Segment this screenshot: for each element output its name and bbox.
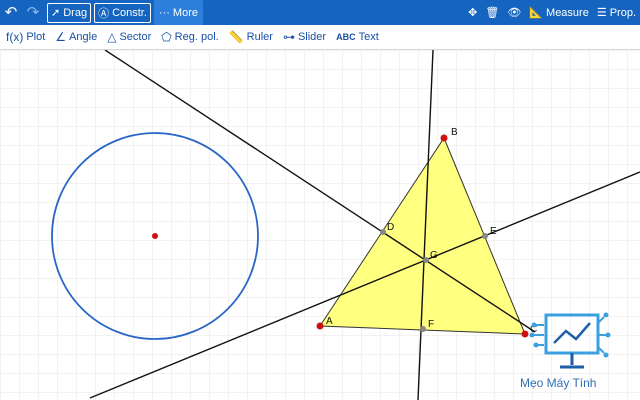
tool-slider[interactable]: ⊶ Slider <box>283 30 326 44</box>
pointer-icon: ➚ <box>51 7 61 19</box>
eye-icon[interactable]: 👁 <box>507 6 521 19</box>
tool-ruler[interactable]: 📏 Ruler <box>229 30 273 44</box>
tool-regpol-label: Reg. pol. <box>174 31 219 43</box>
tool-sector[interactable]: △ Sector <box>107 30 151 44</box>
trash-icon[interactable]: 🗑 <box>485 6 499 19</box>
top-toolbar: ↶ ↷ ➚ Drag Ⓐ Constr. ··· More ✥ 🗑 👁 📐 Me… <box>0 0 640 25</box>
move-view-icon[interactable]: ✥ <box>468 6 477 19</box>
circle-center-point[interactable] <box>152 233 158 239</box>
more-dots-icon: ··· <box>158 6 170 19</box>
label-g: G <box>430 250 438 261</box>
tool-angle-label: Angle <box>69 31 98 43</box>
tool-plot[interactable]: f(x) Plot <box>6 30 45 44</box>
text-icon: ABC <box>336 32 356 42</box>
undo-icon[interactable]: ↶ <box>0 0 22 25</box>
constr-label: Constr. <box>112 6 147 19</box>
point-b[interactable] <box>440 134 448 142</box>
point-a[interactable] <box>316 322 324 330</box>
point-g[interactable] <box>423 257 429 263</box>
properties-icon[interactable]: ☰ <box>597 6 607 19</box>
tools-toolbar: f(x) Plot ∠ Angle △ Sector ⬠ Reg. pol. 📏… <box>0 25 640 50</box>
tool-plot-label: Plot <box>26 31 46 43</box>
point-f[interactable] <box>420 326 426 332</box>
topbar-right-group: ✥ 🗑 👁 📐 Measure ☰ Prop. <box>460 0 636 25</box>
more-label: More <box>172 6 198 19</box>
construct-icon: Ⓐ <box>98 7 110 20</box>
watermark-text: Mẹo Máy Tính <box>520 376 597 390</box>
drag-label: Drag <box>63 6 88 19</box>
tool-sector-label: Sector <box>119 31 152 43</box>
prop-label[interactable]: Prop. <box>610 7 636 19</box>
slider-icon: ⊶ <box>282 30 295 44</box>
redo-icon[interactable]: ↷ <box>22 0 44 25</box>
function-icon: f(x) <box>6 30 24 44</box>
drag-button[interactable]: ➚ Drag <box>47 2 92 23</box>
pentagon-icon: ⬠ <box>161 30 172 44</box>
sector-icon: △ <box>107 30 117 44</box>
angle-icon: ∠ <box>55 30 67 44</box>
measure-label[interactable]: Measure <box>546 7 589 19</box>
measure-icon[interactable]: 📐 <box>529 6 543 19</box>
tool-slider-label: Slider <box>297 31 327 43</box>
more-button[interactable]: ··· More <box>153 0 203 25</box>
point-e[interactable] <box>482 233 488 239</box>
constr-button[interactable]: Ⓐ Constr. <box>94 2 151 23</box>
tool-text[interactable]: ABC Text <box>336 31 379 43</box>
tool-ruler-label: Ruler <box>246 31 273 43</box>
point-d[interactable] <box>380 229 386 235</box>
tool-angle[interactable]: ∠ Angle <box>55 30 97 44</box>
tool-regular-polygon[interactable]: ⬠ Reg. pol. <box>161 30 218 44</box>
ruler-icon: 📏 <box>228 30 244 44</box>
label-b: B <box>451 127 458 138</box>
label-d: D <box>387 222 394 233</box>
tool-text-label: Text <box>358 31 379 43</box>
label-f: F <box>428 319 434 330</box>
label-e: E <box>490 226 497 237</box>
label-a: A <box>326 316 333 327</box>
